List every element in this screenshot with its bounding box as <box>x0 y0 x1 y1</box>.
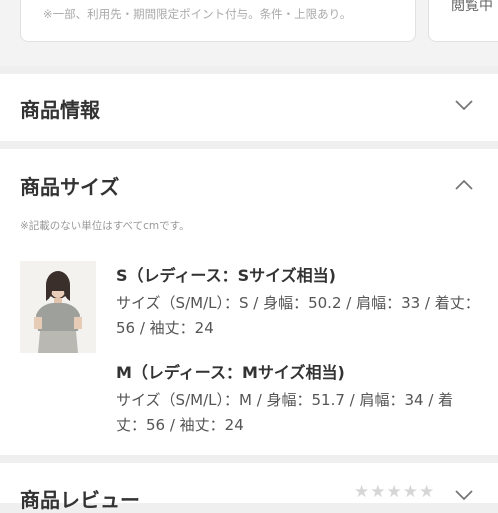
size-m-title: M（レディース：Mサイズ相当) <box>116 363 345 382</box>
product-review-section[interactable]: 商品レビュー ★★★★★ <box>0 463 498 512</box>
point-notice-text: ※一部、利用先・期間限定ポイント付与。条件・上限あり。 <box>43 7 352 21</box>
product-info-title: 商品情報 <box>20 98 100 122</box>
size-m-detail: サイズ（S/M/L）：M / 身幅：51.7 / 肩幅：34 / 着丈：56 /… <box>116 391 454 434</box>
browsing-card[interactable]: 閲覧中 <box>428 0 498 42</box>
chevron-up-icon[interactable] <box>454 178 474 192</box>
size-s-title: S（レディース：Sサイズ相当) <box>116 266 336 285</box>
top-strip: ※一部、利用先・期間限定ポイント付与。条件・上限あり。 閲覧中 <box>0 0 498 66</box>
product-review-title: 商品レビュー <box>20 488 140 512</box>
browsing-label: 閲覧中 <box>451 0 493 14</box>
rating-stars: ★★★★★ <box>354 482 436 502</box>
chevron-down-icon[interactable] <box>454 98 474 112</box>
product-info-section[interactable]: 商品情報 <box>0 74 498 141</box>
point-notice-card[interactable]: ※一部、利用先・期間限定ポイント付与。条件・上限あり。 <box>20 0 416 42</box>
product-size-section: 商品サイズ ※記載のない単位はすべてcmです。 S（レディース：Sサイズ相当) … <box>0 149 498 455</box>
size-s-detail: サイズ（S/M/L）：S / 身幅：50.2 / 肩幅：33 / 着丈：56 /… <box>116 294 480 337</box>
product-size-title: 商品サイズ <box>20 175 120 199</box>
chevron-down-icon[interactable] <box>454 488 474 502</box>
size-unit-note: ※記載のない単位はすべてcmです。 <box>20 220 190 232</box>
model-thumbnail[interactable] <box>20 261 96 353</box>
